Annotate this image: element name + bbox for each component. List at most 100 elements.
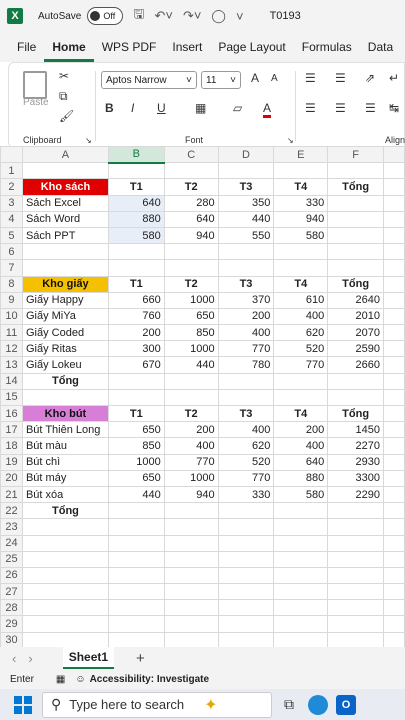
cell-g22[interactable] xyxy=(383,502,405,520)
cell-d30[interactable] xyxy=(217,631,275,649)
cell-a8[interactable]: Kho giấy xyxy=(21,275,109,293)
cell-e30[interactable] xyxy=(273,631,329,649)
cell-g8[interactable] xyxy=(383,275,405,293)
cell-d1[interactable] xyxy=(217,162,275,180)
cell-b15[interactable] xyxy=(107,388,165,407)
row-header[interactable]: 4 xyxy=(0,210,23,228)
cell-f19[interactable]: 2930 xyxy=(327,453,385,471)
cell-d11[interactable]: 400 xyxy=(217,324,275,342)
cell-b6[interactable] xyxy=(107,243,165,261)
cell-a20[interactable]: Bút máy xyxy=(21,469,109,487)
row-header[interactable]: 20 xyxy=(0,469,23,487)
cell-g25[interactable] xyxy=(383,550,405,568)
cell-f8[interactable]: Tổng xyxy=(327,275,385,293)
row-header[interactable]: 1 xyxy=(0,162,23,180)
cell-d28[interactable] xyxy=(217,599,275,617)
cell-d16[interactable]: T3 xyxy=(217,404,275,423)
cell-e26[interactable] xyxy=(273,566,329,585)
cell-c18[interactable]: 400 xyxy=(163,437,219,455)
accessibility-icon[interactable]: ☺ xyxy=(75,674,85,685)
cell-e11[interactable]: 620 xyxy=(273,324,329,342)
cell-d7[interactable] xyxy=(217,259,275,277)
cell-g26[interactable] xyxy=(383,566,405,585)
cell-a3[interactable]: Sách Excel xyxy=(21,194,109,212)
cell-b18[interactable]: 850 xyxy=(107,437,165,455)
cell-f10[interactable]: 2010 xyxy=(327,307,385,326)
edge-icon[interactable] xyxy=(308,694,328,715)
cell-b17[interactable]: 650 xyxy=(107,421,165,439)
cell-c25[interactable] xyxy=(163,550,219,568)
cell-a30[interactable] xyxy=(21,631,109,649)
cell-g16[interactable] xyxy=(383,404,405,423)
cell-f29[interactable] xyxy=(327,615,385,633)
italic-button[interactable]: I xyxy=(131,101,134,115)
cell-e25[interactable] xyxy=(273,550,329,568)
cell-a25[interactable] xyxy=(21,550,109,568)
cell-g28[interactable] xyxy=(383,599,405,617)
format-painter-icon[interactable]: 🖌 xyxy=(59,109,74,123)
cell-d12[interactable]: 770 xyxy=(217,340,275,358)
cell-a6[interactable] xyxy=(21,243,109,261)
row-header[interactable]: 22 xyxy=(0,502,23,520)
cell-c23[interactable] xyxy=(163,518,219,536)
cell-c7[interactable] xyxy=(163,259,219,277)
cell-b19[interactable]: 1000 xyxy=(107,453,165,471)
row-header[interactable]: 14 xyxy=(0,372,23,390)
cell-d24[interactable] xyxy=(217,534,275,552)
cell-c11[interactable]: 850 xyxy=(163,324,219,342)
cell-c24[interactable] xyxy=(163,534,219,552)
cell-d10[interactable]: 200 xyxy=(217,307,275,326)
cell-d2[interactable]: T3 xyxy=(217,178,275,196)
cell-c29[interactable] xyxy=(163,615,219,633)
cell-e6[interactable] xyxy=(273,243,329,261)
cell-a27[interactable] xyxy=(21,583,109,601)
cell-e1[interactable] xyxy=(273,162,329,180)
cell-a24[interactable] xyxy=(21,534,109,552)
taskbar-search-box[interactable]: ⚲ Type here to search ✦ xyxy=(42,691,272,718)
cell-g18[interactable] xyxy=(383,437,405,455)
outlook-icon[interactable]: O xyxy=(336,694,356,715)
tab-file[interactable]: File xyxy=(0,40,44,62)
orientation-icon[interactable]: ⇗ xyxy=(365,71,375,85)
cell-f4[interactable] xyxy=(327,210,385,228)
cell-b9[interactable]: 660 xyxy=(107,291,165,309)
cell-a4[interactable]: Sách Word xyxy=(21,210,109,228)
row-header[interactable]: 17 xyxy=(0,421,23,439)
cell-e2[interactable]: T4 xyxy=(273,178,329,196)
cell-a9[interactable]: Giấy Happy xyxy=(21,291,109,309)
cell-c10[interactable]: 650 xyxy=(163,307,219,326)
column-header-g[interactable] xyxy=(383,145,405,164)
font-launcher-icon[interactable]: ↘ xyxy=(287,136,294,145)
cell-g11[interactable] xyxy=(383,324,405,342)
cell-c13[interactable]: 440 xyxy=(163,356,219,374)
cell-g17[interactable] xyxy=(383,421,405,439)
tab-page-layout[interactable]: Page Layout xyxy=(210,40,293,62)
cell-c28[interactable] xyxy=(163,599,219,617)
row-header[interactable]: 24 xyxy=(0,534,23,552)
row-header[interactable]: 29 xyxy=(0,615,23,633)
cell-a21[interactable]: Bút xóa xyxy=(21,485,109,504)
cell-g5[interactable] xyxy=(383,226,405,245)
tab-home[interactable]: Home xyxy=(44,40,94,62)
cell-f14[interactable] xyxy=(327,372,385,390)
font-color-button[interactable]: A xyxy=(263,101,272,118)
cell-d19[interactable]: 520 xyxy=(217,453,275,471)
cell-f24[interactable] xyxy=(327,534,385,552)
cell-g27[interactable] xyxy=(383,583,405,601)
row-header[interactable]: 28 xyxy=(0,599,23,617)
cell-a15[interactable] xyxy=(21,388,109,407)
cell-f15[interactable] xyxy=(327,388,385,407)
align-center-icon[interactable]: ☰ xyxy=(335,101,346,115)
cell-d26[interactable] xyxy=(217,566,275,585)
cell-a11[interactable]: Giấy Coded xyxy=(21,324,109,342)
cell-a16[interactable]: Kho bút xyxy=(21,404,109,423)
copy-icon[interactable]: ⧉ xyxy=(59,89,68,104)
cell-g4[interactable] xyxy=(383,210,405,228)
cell-b26[interactable] xyxy=(107,566,165,585)
cell-b3[interactable]: 640 xyxy=(107,194,165,212)
cell-f13[interactable]: 2660 xyxy=(327,356,385,374)
cell-a2[interactable]: Kho sách xyxy=(21,178,109,196)
more-icon[interactable]: ˅ xyxy=(236,9,244,24)
cell-g7[interactable] xyxy=(383,259,405,277)
cell-d5[interactable]: 550 xyxy=(217,226,275,245)
